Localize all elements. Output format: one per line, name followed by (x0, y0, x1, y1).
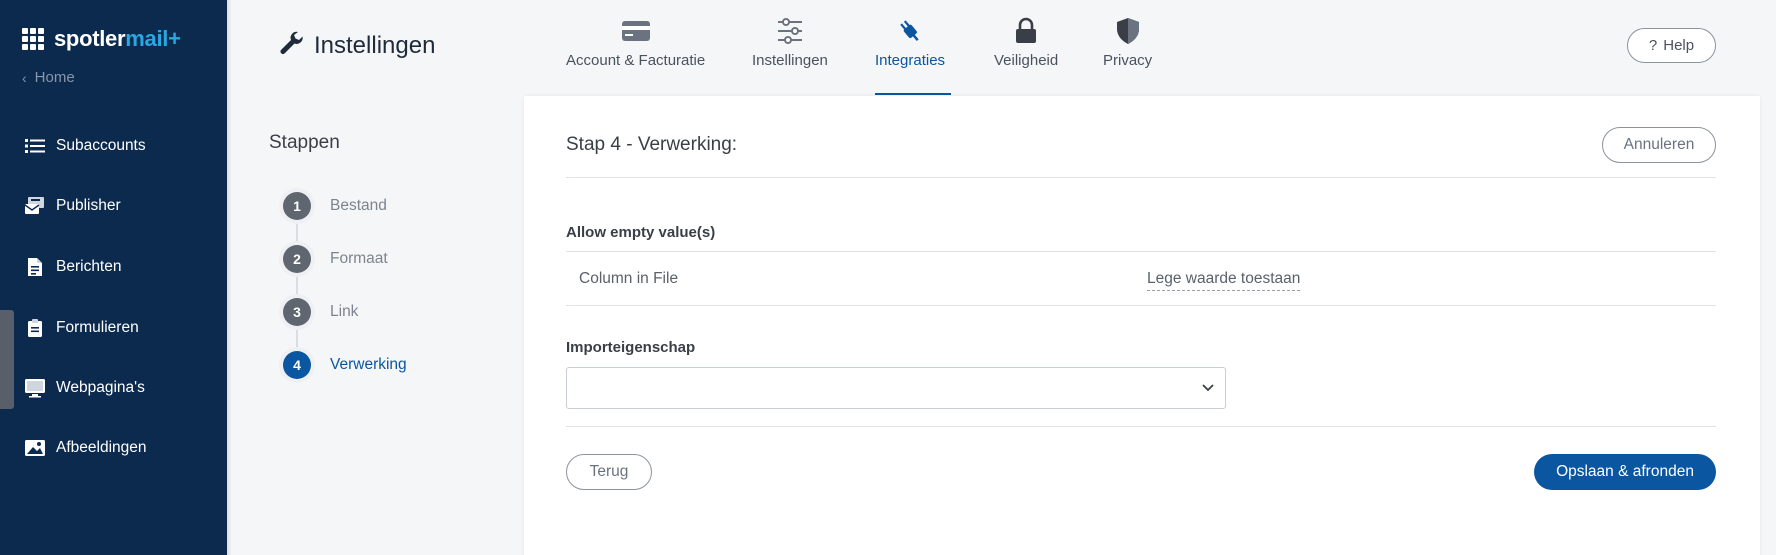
brand-name-part1: spotler (54, 26, 126, 51)
document-icon (24, 256, 46, 278)
step-number: 4 (283, 351, 311, 379)
active-tab-indicator (875, 93, 951, 95)
cancel-button[interactable]: Annuleren (1602, 127, 1716, 163)
sidebar: spotlermail+ ‹ Home Subaccounts Publishe… (0, 0, 227, 555)
page-title: Instellingen (278, 30, 435, 61)
column-header-allow-empty[interactable]: Lege waarde toestaan (1147, 270, 1301, 291)
apps-grid-icon (22, 28, 44, 50)
image-icon (24, 437, 46, 459)
chevron-down-icon (1201, 380, 1215, 399)
brand-logo[interactable]: spotlermail+ (22, 26, 181, 52)
credit-card-icon (621, 16, 651, 46)
shield-icon (1116, 16, 1140, 46)
allow-empty-label: Allow empty value(s) (566, 224, 716, 241)
step-number: 3 (283, 298, 311, 326)
tab-label: Instellingen (752, 52, 828, 69)
tab-integraties[interactable]: Integraties (875, 16, 945, 96)
actions-divider (566, 426, 1716, 427)
sidebar-shadow (227, 0, 232, 555)
sidebar-item-label: Afbeeldingen (56, 439, 147, 456)
table-header-bottom-border (566, 305, 1716, 306)
tab-account-facturatie[interactable]: Account & Facturatie (566, 16, 705, 96)
column-header-column-in-file: Column in File (579, 270, 679, 287)
sidebar-item-subaccounts[interactable]: Subaccounts (0, 124, 227, 168)
tab-instellingen[interactable]: Instellingen (752, 16, 828, 96)
tab-veiligheid[interactable]: Veiligheid (994, 16, 1058, 96)
table-header-top-border (566, 251, 1716, 252)
tab-label: Integraties (875, 52, 946, 69)
sidebar-item-publisher[interactable]: Publisher (0, 184, 227, 228)
step-label: Link (330, 303, 359, 320)
home-link[interactable]: ‹ Home (22, 69, 75, 86)
sliders-icon (776, 16, 804, 46)
sidebar-item-label: Subaccounts (56, 137, 146, 154)
step-label: Bestand (330, 197, 387, 214)
save-finish-button[interactable]: Opslaan & afronden (1534, 454, 1716, 490)
back-button[interactable]: Terug (566, 454, 652, 490)
tab-privacy[interactable]: Privacy (1103, 16, 1152, 96)
monitor-icon (24, 377, 46, 399)
sidebar-item-berichten[interactable]: Berichten (0, 245, 227, 289)
steps-connector (296, 206, 298, 366)
sidebar-item-label: Berichten (56, 258, 122, 275)
import-property-select[interactable] (566, 367, 1226, 409)
step-link[interactable]: 3 Link (279, 294, 358, 330)
help-button[interactable]: ? Help (1627, 28, 1716, 63)
step-label: Formaat (330, 250, 388, 267)
clipboard-icon (24, 317, 46, 339)
sidebar-item-label: Webpagina's (56, 379, 145, 396)
step-label: Verwerking (330, 356, 407, 373)
sidebar-item-label: Formulieren (56, 319, 139, 336)
step-verwerking[interactable]: 4 Verwerking (279, 347, 407, 383)
publisher-icon (24, 195, 46, 217)
tab-label: Account & Facturatie (566, 52, 706, 69)
list-icon (24, 135, 46, 157)
import-property-label: Importeigenschap (566, 339, 696, 356)
lock-icon (1014, 16, 1038, 46)
question-icon: ? (1648, 37, 1658, 54)
card-title: Stap 4 - Verwerking: (566, 134, 738, 155)
step-bestand[interactable]: 1 Bestand (279, 188, 387, 224)
sidebar-item-webpaginas[interactable]: Webpagina's (0, 366, 227, 410)
step-number: 1 (283, 192, 311, 220)
page-title-label: Instellingen (314, 31, 436, 59)
help-button-label: Help (1663, 37, 1695, 54)
wrench-icon (278, 30, 304, 61)
chevron-left-icon: ‹ (22, 69, 27, 86)
step-formaat[interactable]: 2 Formaat (279, 241, 388, 277)
sidebar-item-label: Publisher (56, 197, 121, 214)
brand-name-part2: mail+ (125, 26, 181, 51)
tab-label: Privacy (1103, 52, 1153, 69)
tab-label: Veiligheid (994, 52, 1059, 69)
title-divider (566, 177, 1716, 178)
sidebar-item-formulieren[interactable]: Formulieren (0, 306, 227, 350)
sidebar-item-afbeeldingen[interactable]: Afbeeldingen (0, 426, 227, 470)
steps-title: Stappen (269, 132, 340, 153)
step-number: 2 (283, 245, 311, 273)
home-link-label: Home (34, 69, 75, 86)
plug-icon (896, 16, 924, 46)
